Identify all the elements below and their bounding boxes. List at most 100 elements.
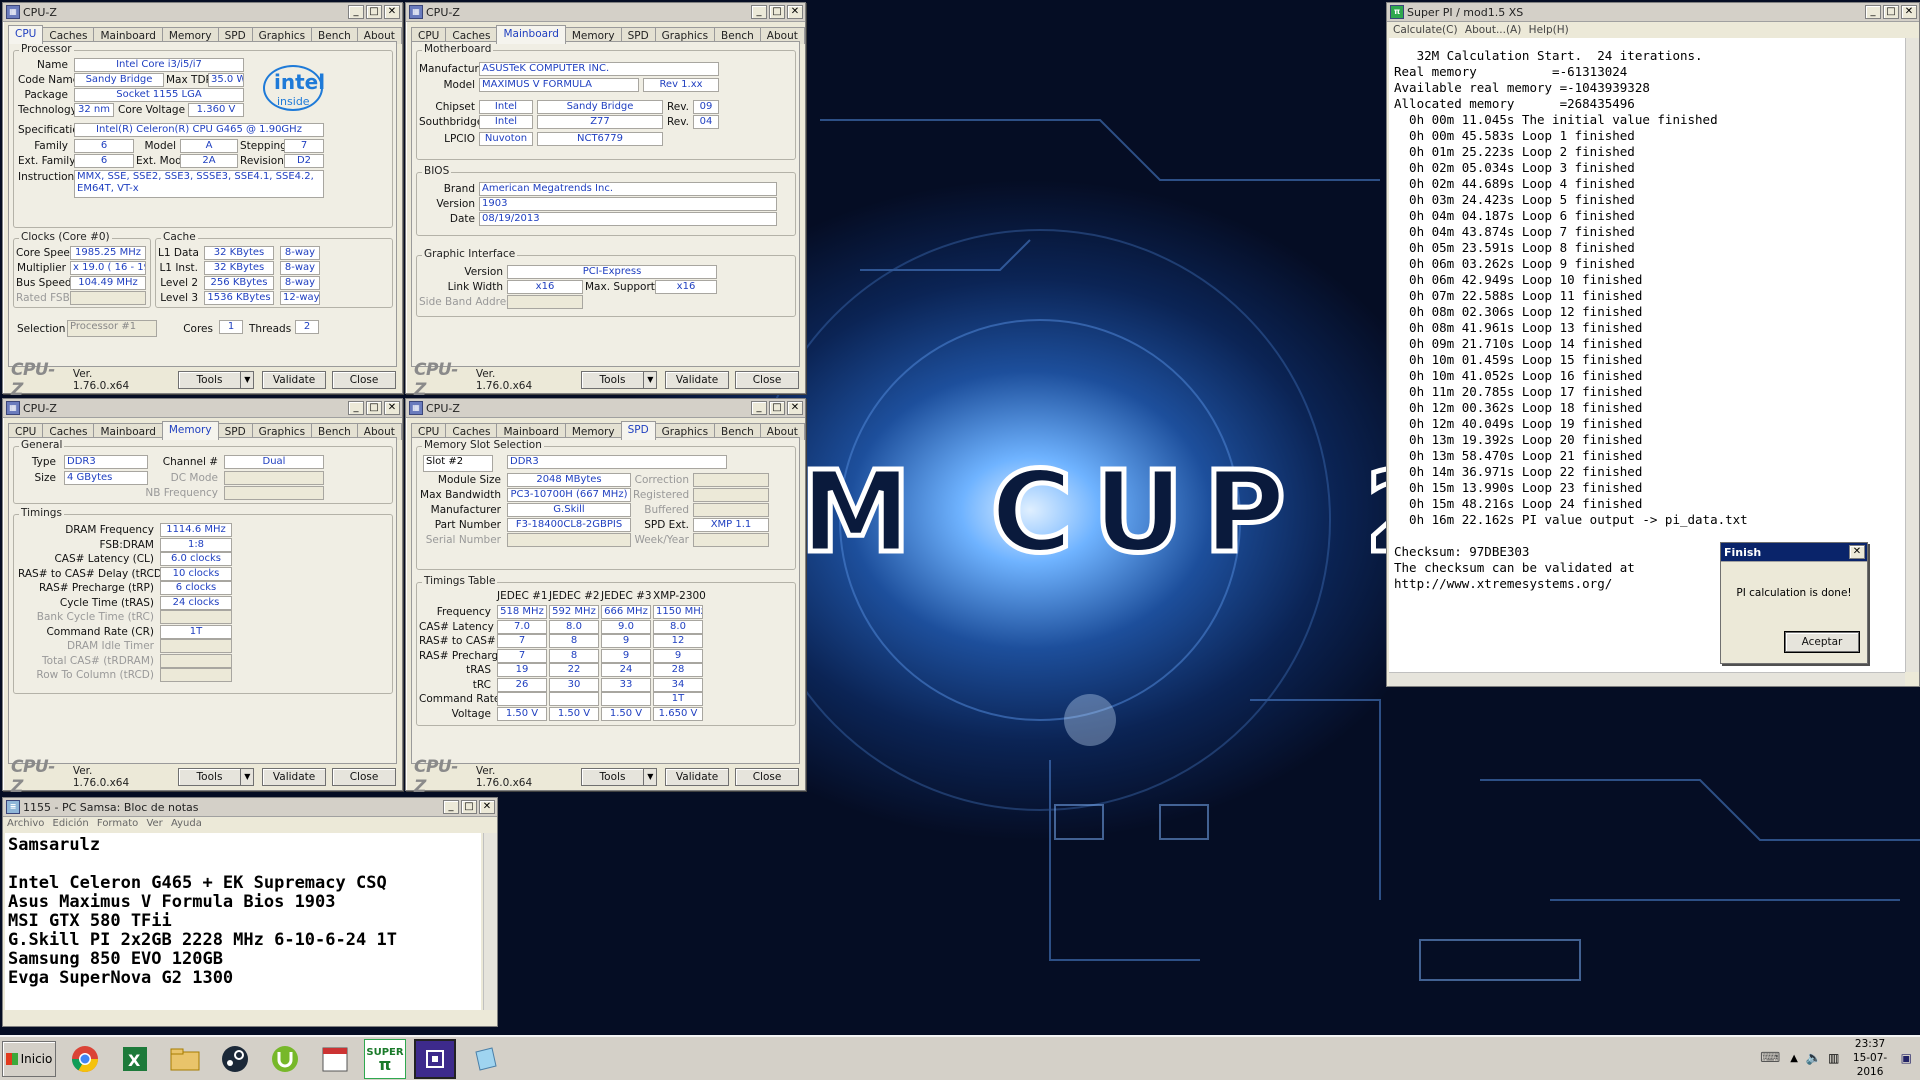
label: Brand bbox=[443, 183, 475, 195]
notepad-icon[interactable] bbox=[464, 1039, 506, 1079]
excel-icon[interactable]: X bbox=[114, 1039, 156, 1079]
superpi-menu[interactable]: Calculate(C) About...(A) Help(H) bbox=[1387, 22, 1919, 38]
timing-cell: 7 bbox=[497, 634, 547, 648]
maximize-icon[interactable]: □ bbox=[769, 5, 785, 19]
tab-mainboard[interactable]: Mainboard bbox=[496, 25, 566, 44]
maximize-icon[interactable]: □ bbox=[769, 401, 785, 415]
minimize-icon[interactable]: _ bbox=[751, 5, 767, 19]
tools-button[interactable]: Tools bbox=[177, 371, 242, 389]
chrome-icon[interactable] bbox=[64, 1039, 106, 1079]
cpuz-memory-titlebar[interactable]: ▦ CPU-Z _ □ ✕ bbox=[3, 399, 402, 418]
start-button[interactable]: Inicio bbox=[2, 1040, 56, 1077]
notepad-titlebar[interactable]: ≡ 1155 - PC Samsa: Bloc de notas _ □ ✕ bbox=[3, 798, 497, 817]
validate-button[interactable]: Validate bbox=[665, 768, 730, 786]
accept-button[interactable]: Aceptar bbox=[1784, 631, 1860, 653]
cpuz-icon[interactable] bbox=[414, 1038, 456, 1079]
validate-button[interactable]: Validate bbox=[665, 371, 730, 389]
tools-button[interactable]: Tools bbox=[580, 768, 645, 786]
chevron-up-icon[interactable]: ▲ bbox=[1790, 1053, 1798, 1064]
validate-button[interactable]: Validate bbox=[262, 371, 327, 389]
timing-cell: 24 bbox=[601, 663, 651, 677]
version-text: Ver. 1.76.0.x64 bbox=[72, 765, 130, 789]
minimize-icon[interactable]: _ bbox=[348, 401, 364, 415]
tools-dropdown-icon[interactable]: ▼ bbox=[643, 371, 658, 389]
package-value: Socket 1155 LGA bbox=[74, 88, 244, 102]
cpuz-logo: CPU-Z bbox=[414, 360, 458, 400]
validate-button[interactable]: Validate bbox=[262, 768, 327, 786]
minimize-icon[interactable]: _ bbox=[1865, 5, 1881, 19]
graphic-interface-group: Graphic Interface Version PCI-Express Li… bbox=[416, 248, 796, 317]
timing-cell: 518 MHz bbox=[497, 605, 547, 619]
finish-titlebar[interactable]: Finish ✕ bbox=[1721, 543, 1867, 562]
cpuz-app-icon: ▦ bbox=[409, 401, 423, 415]
label: Date bbox=[449, 213, 475, 225]
notepad-menu[interactable]: Archivo Edición Formato Ver Ayuda bbox=[3, 817, 497, 832]
close-button[interactable]: Close bbox=[735, 768, 799, 786]
close-icon[interactable]: ✕ bbox=[479, 800, 495, 814]
tab-spd[interactable]: SPD bbox=[620, 421, 656, 440]
clock[interactable]: 23:37 15-07-2016 bbox=[1849, 1037, 1890, 1079]
l1-inst-value: 32 KBytes bbox=[204, 261, 274, 275]
cpu-name-value: Intel Core i3/i5/i7 bbox=[74, 58, 244, 72]
cpuz-mainboard-window[interactable]: ▦ CPU-Z _ □ ✕ CPU Caches Mainboard Memor… bbox=[405, 2, 806, 400]
tools-button[interactable]: Tools bbox=[580, 371, 645, 389]
timing-cell: 33 bbox=[601, 677, 651, 692]
close-icon[interactable]: ✕ bbox=[384, 5, 400, 19]
maximize-icon[interactable]: □ bbox=[366, 401, 382, 415]
cpuz-spd-titlebar[interactable]: ▦ CPU-Z _ □ ✕ bbox=[406, 399, 805, 418]
close-button[interactable]: Close bbox=[735, 371, 799, 389]
cpuz-cpu-window[interactable]: ▦ CPU-Z _ □ ✕ CPU Caches Mainboard Memor… bbox=[2, 2, 403, 400]
tab-memory[interactable]: Memory bbox=[161, 421, 219, 440]
close-icon[interactable]: ✕ bbox=[787, 401, 803, 415]
vertical-scrollbar[interactable] bbox=[483, 833, 497, 1010]
cpuz-spd-window[interactable]: ▦ CPU-Z _ □ ✕ CPU Caches Mainboard Memor… bbox=[405, 398, 806, 797]
notepad-window[interactable]: ≡ 1155 - PC Samsa: Bloc de notas _ □ ✕ A… bbox=[2, 797, 498, 1027]
tools-button[interactable]: Tools bbox=[177, 768, 242, 786]
close-button[interactable]: Close bbox=[332, 768, 396, 786]
timing-cell: 12 bbox=[653, 634, 703, 648]
notification-icon[interactable]: ▣ bbox=[1901, 1051, 1912, 1065]
timing-row-label: Command Rate bbox=[419, 693, 501, 705]
cpuz-memory-window[interactable]: ▦ CPU-Z _ □ ✕ CPU Caches Mainboard Memor… bbox=[2, 398, 403, 797]
steam-icon[interactable] bbox=[214, 1039, 256, 1079]
minimize-icon[interactable]: _ bbox=[348, 5, 364, 19]
group-title: Timings Table bbox=[422, 575, 498, 587]
label: Core Speed bbox=[16, 247, 77, 259]
timing-cell: 1.50 V bbox=[549, 706, 599, 721]
maximize-icon[interactable]: □ bbox=[366, 5, 382, 19]
superpi-titlebar[interactable]: π Super PI / mod1.5 XS _ □ ✕ bbox=[1387, 3, 1919, 22]
close-icon[interactable]: ✕ bbox=[1849, 545, 1865, 559]
vertical-scrollbar[interactable] bbox=[1905, 38, 1919, 672]
minimize-icon[interactable]: _ bbox=[443, 800, 459, 814]
slot-dropdown[interactable]: Slot #2 bbox=[423, 455, 493, 472]
utorrent-icon[interactable] bbox=[264, 1039, 306, 1079]
horizontal-scrollbar[interactable] bbox=[1389, 672, 1905, 686]
finish-dialog[interactable]: Finish ✕ PI calculation is done! Aceptar bbox=[1720, 542, 1868, 664]
timing-value: 1T bbox=[160, 624, 232, 639]
close-icon[interactable]: ✕ bbox=[787, 5, 803, 19]
minimize-icon[interactable]: _ bbox=[751, 401, 767, 415]
keyboard-icon[interactable]: ⌨ bbox=[1760, 1050, 1780, 1066]
maximize-icon[interactable]: □ bbox=[1883, 5, 1899, 19]
close-icon[interactable]: ✕ bbox=[1901, 5, 1917, 19]
tools-dropdown-icon[interactable]: ▼ bbox=[240, 371, 255, 389]
notepad-text-area[interactable]: Samsarulz Intel Celeron G465 + EK Suprem… bbox=[5, 833, 481, 1010]
explorer-icon[interactable] bbox=[164, 1039, 206, 1079]
cpuz-footer: CPU-Z Ver. 1.76.0.x64 Tools ▼ Validate C… bbox=[406, 757, 805, 797]
processor-selection-dropdown[interactable]: Processor #1 bbox=[67, 320, 157, 337]
cpuz-cpu-titlebar[interactable]: ▦ CPU-Z _ □ ✕ bbox=[3, 3, 402, 22]
l2-ways: 8-way bbox=[280, 276, 320, 290]
maximize-icon[interactable]: □ bbox=[461, 800, 477, 814]
tools-dropdown-icon[interactable]: ▼ bbox=[643, 768, 658, 786]
close-button[interactable]: Close bbox=[332, 371, 396, 389]
cpuz-mainboard-titlebar[interactable]: ▦ CPU-Z _ □ ✕ bbox=[406, 3, 805, 22]
timing-label: Bank Cycle Time (tRC) bbox=[36, 611, 154, 623]
close-icon[interactable]: ✕ bbox=[384, 401, 400, 415]
clock-time: 23:37 bbox=[1854, 1038, 1886, 1050]
superpi-icon[interactable]: SUPER π bbox=[364, 1038, 406, 1079]
network-icon[interactable]: ▥ bbox=[1828, 1051, 1839, 1065]
calendar-icon[interactable] bbox=[314, 1039, 356, 1079]
tab-cpu[interactable]: CPU bbox=[8, 25, 44, 44]
tools-dropdown-icon[interactable]: ▼ bbox=[240, 768, 255, 786]
speaker-icon[interactable]: 🔈 bbox=[1806, 1051, 1822, 1066]
